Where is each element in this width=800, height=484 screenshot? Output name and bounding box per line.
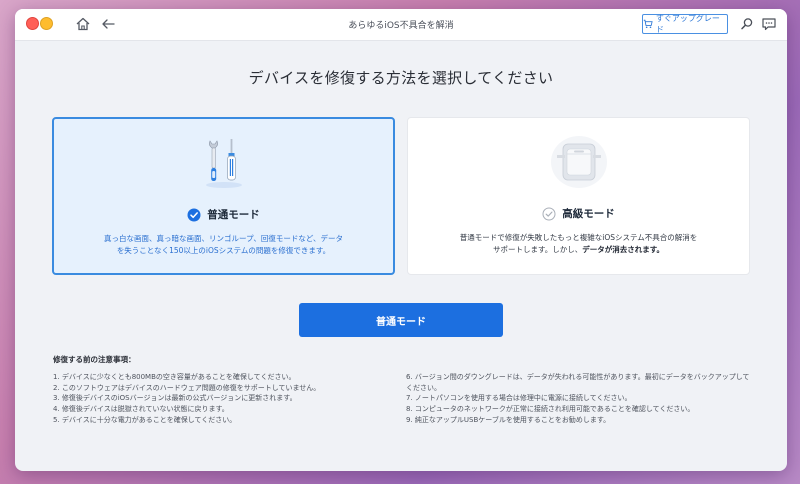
device-reset-icon (550, 136, 607, 188)
advanced-mode-description: 普通モードで修復が失敗したもっと複雑なiOSシステム不具合の解消を サポートしま… (428, 232, 729, 256)
page-heading: デバイスを修復する方法を選択してください (248, 69, 554, 87)
advanced-mode-title-row: 高級モード (408, 206, 749, 221)
standard-mode-description-line1: 真っ白な画面、真っ暗な画面、リンゴループ、回復モードなど、データ (104, 234, 343, 243)
standard-mode-title: 普通モード (207, 209, 260, 221)
note-item: 5. デバイスに十分な電力があることを確保してください。 (53, 415, 237, 424)
standard-mode-title-row: 普通モード (54, 207, 393, 222)
note-item: 8. コンピュータのネットワークが正常に接続され利用可能であることを確認してくだ… (406, 405, 695, 414)
advanced-mode-description-line2a: サポートします。しかし、 (493, 245, 583, 254)
repair-tools-icon (205, 139, 242, 188)
title-bar: あらゆるiOS不具合を解消 すぐアップグレード (15, 9, 787, 41)
notes-list-left: 1. デバイスに少なくとも800MBの空き容量があることを確保してください。 2… (53, 372, 383, 426)
note-item: 3. 修復後デバイスのiOSバージョンは最新の公式バージョンに更新されます。 (53, 394, 297, 403)
standard-mode-card[interactable]: 普通モード 真っ白な画面、真っ暗な画面、リンゴループ、回復モードなど、データ を… (52, 117, 395, 275)
start-standard-mode-button[interactable]: 普通モード (299, 303, 503, 337)
standard-mode-description-line2: を失うことなく150以上のiOSシステムの問題を修復できます。 (116, 246, 331, 255)
advanced-mode-title: 高級モード (562, 208, 615, 220)
advanced-mode-description-line1: 普通モードで修復が失敗したもっと複雑なiOSシステム不具合の解消を (459, 233, 698, 242)
advanced-mode-card[interactable]: 高級モード 普通モードで修復が失敗したもっと複雑なiOSシステム不具合の解消を … (407, 117, 750, 275)
standard-mode-description: 真っ白な画面、真っ暗な画面、リンゴループ、回復モードなど、データ を失うことなく… (74, 233, 373, 257)
cart-icon (643, 19, 653, 29)
data-erase-warning: データが消去されます。 (582, 245, 664, 254)
note-item: 9. 純正なアップルUSBケーブルを使用することをお勧めします。 (406, 415, 611, 424)
feedback-icon[interactable] (761, 16, 777, 32)
checkmark-unselected-icon (542, 207, 556, 220)
checkmark-selected-icon (187, 208, 201, 221)
note-item: 6. バージョン間のダウングレードは、データが失われる可能性があります。最初にデ… (406, 373, 750, 392)
advanced-mode-description-line2: サポートします。しかし、データが消去されます。 (428, 244, 729, 256)
upgrade-button-label: すぐアップグレード (655, 14, 720, 34)
upgrade-button[interactable]: すぐアップグレード (642, 14, 728, 34)
app-window: あらゆるiOS不具合を解消 すぐアップグレード デバイスを修復する方法を選択して… (15, 9, 787, 471)
notes-list-right: 6. バージョン間のダウングレードは、データが失われる可能性があります。最初にデ… (406, 372, 751, 426)
notes-title: 修復する前の注意事項： (53, 355, 136, 364)
note-item: 1. デバイスに少なくとも800MBの空き容量があることを確保してください。 (53, 373, 296, 381)
note-item: 4. 修復後デバイスは脱獄されていない状態に戻ります。 (53, 405, 229, 414)
note-item: 7. ノートパソコンを使用する場合は修理中に電源に接続してください。 (406, 394, 632, 403)
search-icon[interactable] (739, 16, 755, 32)
note-item: 2. このソフトウェアはデバイスのハードウェア問題の修復をサポートしていません。 (53, 383, 321, 392)
